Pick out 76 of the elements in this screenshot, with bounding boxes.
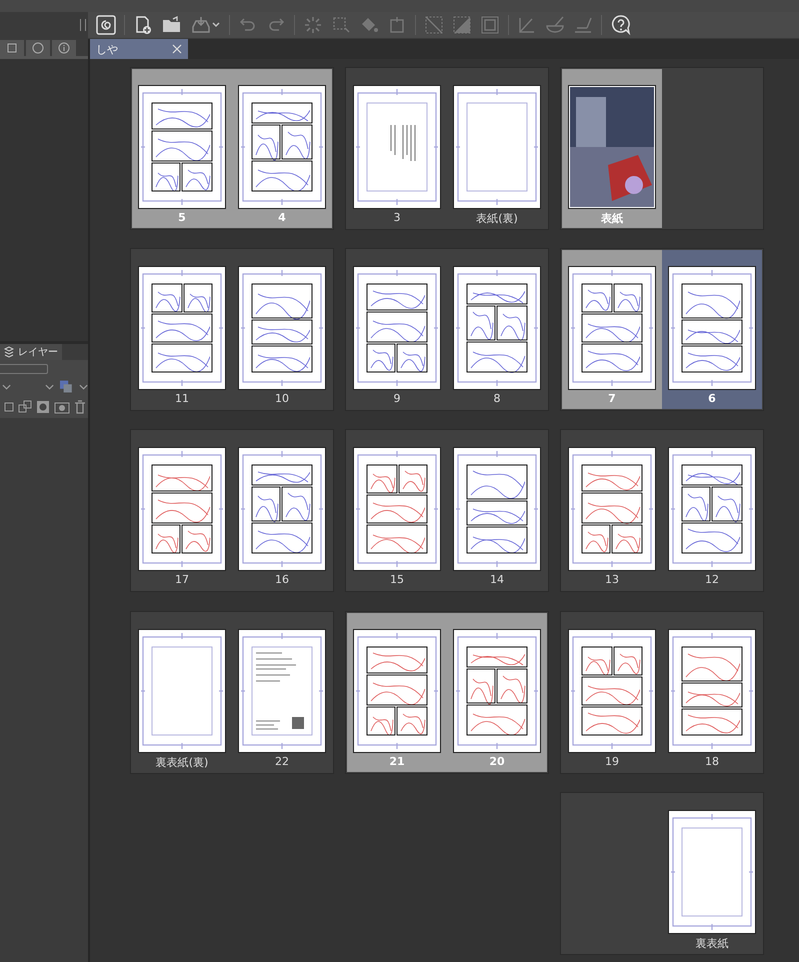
square-frame-icon[interactable] [480, 15, 500, 35]
page-label: 13 [605, 573, 619, 586]
page-slot[interactable]: 14 [447, 431, 547, 590]
chevron-down-icon[interactable] [78, 383, 88, 391]
page-label: 21 [389, 754, 405, 768]
page-label: 6 [708, 392, 716, 406]
layer-mask-icon[interactable] [36, 400, 50, 414]
page-slot[interactable]: 10 [232, 250, 332, 410]
page-slot[interactable]: 裏表紙 [662, 794, 762, 953]
line-ruler-icon[interactable] [573, 15, 593, 35]
page-slot[interactable]: 3 [347, 69, 447, 228]
page-label: 3 [394, 211, 400, 224]
link-layers-icon[interactable] [18, 400, 32, 414]
layer-tab-label: レイヤー [18, 346, 58, 359]
page-slot[interactable]: 8 [447, 250, 547, 410]
page-slot[interactable]: 18 [662, 612, 762, 772]
page-slot[interactable]: 16 [232, 431, 332, 590]
document-tab[interactable]: しや [90, 39, 188, 59]
page-slot[interactable]: 22 [232, 612, 332, 772]
page-label: 裏表紙 [696, 936, 728, 951]
page-slot[interactable]: 11 [132, 250, 232, 410]
page-label: 14 [490, 573, 504, 586]
page-slot[interactable]: 12 [662, 431, 762, 590]
page-slot[interactable]: 裏表紙(裏) [132, 612, 232, 772]
info-icon [58, 42, 70, 54]
page-label: 9 [394, 392, 400, 406]
page-label: 表紙 [601, 211, 623, 226]
panel-tab[interactable] [0, 40, 24, 56]
tray-download-icon[interactable] [191, 15, 221, 35]
page-label: 11 [175, 392, 189, 406]
help-icon[interactable] [610, 14, 632, 36]
page-slot[interactable]: 13 [562, 431, 662, 590]
page-slot[interactable]: 17 [132, 431, 232, 590]
globe-icon [32, 42, 44, 54]
half-filled-frame-icon[interactable] [452, 15, 472, 35]
layers-icon [4, 346, 14, 358]
selection-icon[interactable] [331, 15, 351, 35]
page-label: 18 [705, 754, 719, 768]
panel-tab[interactable] [26, 40, 50, 56]
page-label: 4 [278, 211, 286, 224]
camera-icon[interactable] [54, 400, 70, 414]
angle-ruler-icon[interactable] [517, 15, 537, 35]
page-slot[interactable]: 6 [662, 250, 762, 410]
chevron-down-icon[interactable] [2, 383, 12, 391]
page-slot[interactable]: 表紙(裏) [447, 69, 547, 228]
bowl-brush-icon[interactable] [545, 15, 565, 35]
page-label: 20 [489, 754, 505, 768]
color-swatch-icon[interactable] [60, 380, 73, 394]
page-slot[interactable]: 19 [562, 612, 662, 772]
page-label: 15 [390, 573, 404, 586]
grip-handle-icon[interactable] [80, 19, 86, 31]
diagonal-frame-icon[interactable] [424, 15, 444, 35]
copy-layer-icon[interactable] [2, 400, 14, 414]
chevron-down-icon[interactable] [45, 383, 54, 391]
open-folder-icon[interactable] [161, 15, 183, 35]
panel-tab[interactable] [52, 40, 76, 56]
page-label: 裏表紙(裏) [156, 754, 208, 770]
page-label: 17 [175, 573, 189, 586]
swirl-logo-icon[interactable] [96, 15, 116, 35]
loading-spinner-icon[interactable] [303, 15, 323, 35]
page-label: 表紙(裏) [476, 211, 518, 226]
page-label: 22 [275, 754, 289, 768]
close-icon[interactable] [172, 44, 182, 54]
trash-icon[interactable] [74, 400, 86, 414]
page-slot[interactable]: 15 [347, 431, 447, 590]
layer-tab[interactable]: レイヤー [0, 344, 62, 360]
page-label: 16 [275, 573, 289, 586]
page-label: 10 [275, 392, 289, 406]
layer-name-field[interactable] [0, 364, 48, 374]
page-slot[interactable]: 9 [347, 250, 447, 410]
page-label: 19 [605, 754, 619, 768]
page-label: 12 [705, 573, 719, 586]
page-label: 8 [494, 392, 500, 406]
grid-icon [7, 43, 17, 53]
page-label: 7 [608, 392, 616, 406]
page-label: 5 [178, 211, 186, 224]
